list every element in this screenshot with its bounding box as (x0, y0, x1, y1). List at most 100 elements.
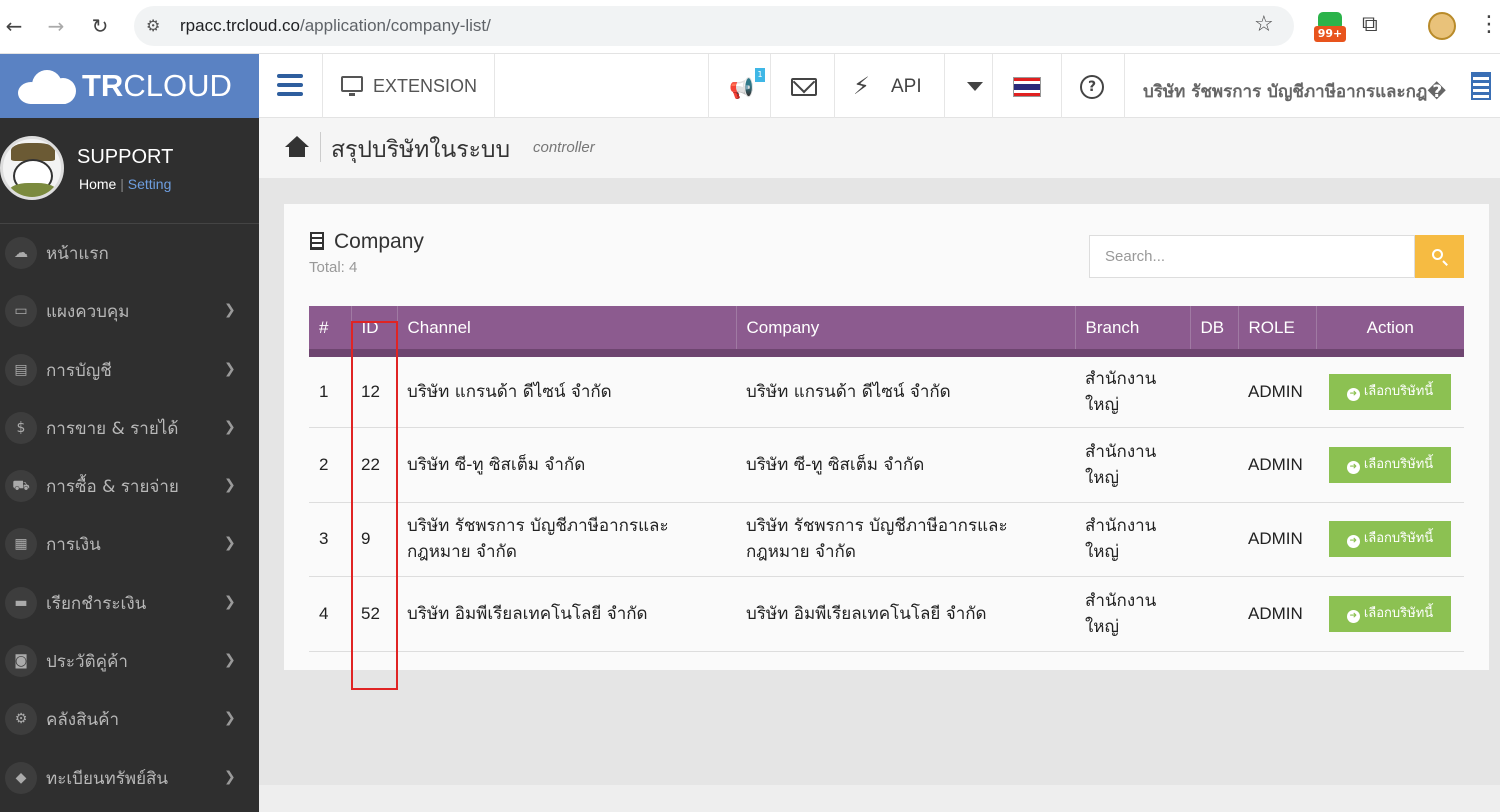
chevron-right-icon: ❯ (224, 535, 236, 552)
home-icon[interactable] (285, 136, 309, 158)
avatar[interactable] (0, 136, 64, 200)
select-company-button[interactable]: ➜ เลือกบริษัทนี้ (1329, 446, 1451, 483)
help-icon: ? (1080, 75, 1104, 99)
arrow-circle-icon: ➜ (1346, 535, 1360, 549)
sidebar-item-label: ประวัติคู่ค้า (46, 652, 128, 673)
table-row: 4 52 บริษัท อิมพีเรียลเทคโนโลยี จำกัด บริษั… (309, 576, 1464, 652)
panel-title: Company (334, 230, 424, 253)
address-bar[interactable]: ⚙ rpacc.trcloud.co/application/company-l… (134, 6, 1294, 46)
role-cell: ADMIN (1238, 427, 1316, 503)
menu-icon: ◙ (5, 645, 37, 678)
branch-cell: สำนักงาน ใหญ่ (1075, 502, 1190, 577)
sidebar-item[interactable]: ⛟ การซื้อ & รายจ่าย ❯ (0, 457, 259, 515)
extensions-puzzle-icon[interactable]: ⧉ (1362, 12, 1378, 37)
menu-icon: ▤ (5, 353, 37, 386)
sidebar-item[interactable]: ▭ แผงควบคุม ❯ (0, 282, 259, 340)
sidebar-item[interactable]: ▦ การเงิน ❯ (0, 515, 259, 573)
chevron-right-icon: ❯ (224, 768, 236, 785)
chevron-right-icon: ❯ (224, 593, 236, 610)
thai-flag-icon (1013, 77, 1041, 97)
sidebar-item-label: ทะเบียนทรัพย์สิน (46, 768, 169, 789)
chevron-right-icon: ❯ (224, 360, 236, 377)
company-table: # ID Channel Company Branch DB ROLE Action 1 12 บ… (309, 306, 1464, 652)
home-link[interactable]: Home (79, 176, 116, 192)
menu-icon: ⚙ (5, 703, 37, 736)
branch-cell: สำนักงาน ใหญ่ (1075, 576, 1190, 652)
language-button[interactable] (993, 54, 1062, 118)
help-button[interactable]: ? (1062, 54, 1125, 118)
dropdown-button[interactable] (945, 54, 993, 118)
menu-icon: ◆ (5, 761, 37, 794)
logo-text: TRCLOUD (82, 68, 232, 103)
user-profile: SUPPORT Home | Setting (0, 118, 259, 224)
current-company-name[interactable]: บริษัท รัชพรการ บัญชีภาษีอากรและกฎ� (1143, 78, 1446, 105)
menu-icon: ☁ (5, 237, 37, 269)
building-icon[interactable] (1471, 72, 1491, 100)
browser-menu-icon[interactable]: ⋮ (1478, 12, 1500, 37)
sidebar-item[interactable]: $ การขาย & รายได้ ❯ (0, 399, 259, 457)
profile-avatar-icon[interactable] (1428, 12, 1456, 40)
company-panel: Company Total: 4 #IDChannelCompanyBranch… (284, 204, 1489, 670)
action-cell: ➜ เลือกบริษัทนี้ (1316, 502, 1464, 577)
menu-toggle-button[interactable] (259, 54, 323, 118)
bookmark-star-icon[interactable]: ☆ (1254, 12, 1274, 37)
sidebar-item[interactable]: ◆ ทะเบียนทรัพย์สิน ❯ (0, 749, 259, 807)
caret-down-icon (967, 82, 983, 91)
chevron-right-icon: ❯ (224, 477, 236, 494)
channel-cell: บริษัท ซี-ทู ซิสเต็ม จำกัด (397, 427, 736, 503)
hamburger-icon (277, 74, 303, 96)
mail-icon (791, 78, 817, 96)
row-number: 2 (309, 427, 351, 503)
sidebar-item[interactable]: ⚙ คลังสินค้า ❯ (0, 690, 259, 748)
site-settings-icon[interactable]: ⚙ (146, 16, 160, 35)
sidebar-item-label: การบัญชี (46, 360, 112, 381)
sidebar-item[interactable]: ◙ ประวัติคู่ค้า ❯ (0, 632, 259, 690)
row-number: 4 (309, 576, 351, 652)
reload-icon[interactable]: ↻ (86, 12, 114, 40)
notification-button[interactable]: 📢 1 (708, 54, 771, 118)
extension-button[interactable]: EXTENSION (323, 54, 495, 118)
menu-icon: ⛟ (5, 470, 37, 503)
api-button[interactable]: ⚡ API (835, 54, 945, 118)
company-cell: บริษัท รัชพรการ บัญชีภาษีอากรและกฎหมาย จ… (736, 502, 1075, 577)
back-arrow-icon[interactable]: ← (0, 12, 28, 40)
sidebar-item-label: หน้าแรก (46, 244, 109, 264)
column-header: ID (351, 306, 398, 357)
company-id: 9 (351, 502, 397, 577)
db-cell (1190, 576, 1238, 652)
sidebar-menu: ☁ หน้าแรก ▭ แผงควบคุม ❯ ▤ การบัญชี ❯ $ การขาย & ร… (0, 224, 259, 807)
extension-badge: 99+ (1314, 26, 1346, 42)
company-id: 12 (351, 353, 397, 428)
role-cell: ADMIN (1238, 353, 1316, 428)
page-subtitle: controller (533, 139, 595, 156)
sidebar-item[interactable]: ▤ การบัญชี ❯ (0, 341, 259, 399)
role-cell: ADMIN (1238, 502, 1316, 577)
sidebar: TRCLOUD SUPPORT Home | Setting ☁ หน้าแรก ▭… (0, 54, 259, 812)
db-cell (1190, 353, 1238, 428)
column-header: ROLE (1238, 306, 1317, 357)
browser-toolbar: ← → ↻ ⚙ rpacc.trcloud.co/application/com… (0, 0, 1500, 54)
select-company-button[interactable]: ➜ เลือกบริษัทนี้ (1329, 521, 1451, 558)
select-company-button[interactable]: ➜ เลือกบริษัทนี้ (1329, 595, 1451, 632)
setting-link[interactable]: Setting (128, 176, 172, 192)
role-cell: ADMIN (1238, 576, 1316, 652)
forward-arrow-icon[interactable]: → (42, 12, 70, 40)
column-header: DB (1190, 306, 1239, 357)
logo[interactable]: TRCLOUD (0, 54, 259, 118)
search-input[interactable] (1089, 235, 1415, 278)
table-row: 2 22 บริษัท ซี-ทู ซิสเต็ม จำกัด บริษัท ซี-ท… (309, 427, 1464, 503)
extension-icon[interactable]: 99+ (1314, 12, 1346, 44)
db-cell (1190, 427, 1238, 503)
action-cell: ➜ เลือกบริษัทนี้ (1316, 576, 1464, 652)
sidebar-item[interactable]: ▬ เรียกชำระเงิน ❯ (0, 574, 259, 632)
mail-button[interactable] (771, 54, 835, 118)
sidebar-item-label: เรียกชำระเงิน (46, 593, 147, 614)
select-company-button[interactable]: ➜ เลือกบริษัทนี้ (1329, 374, 1451, 410)
table-header: # ID Channel Company Branch DB ROLE Action (309, 306, 1464, 357)
search-button[interactable] (1415, 235, 1464, 278)
table-body: 1 12 บริษัท แกรนด้า ดีไซน์ จำกัด บริษัท แกร… (309, 353, 1464, 652)
sidebar-item[interactable]: ☁ หน้าแรก (0, 224, 259, 282)
arrow-circle-icon: ➜ (1346, 609, 1360, 623)
top-navbar: EXTENSION 📢 1 ⚡ API ? บริษัท รัชพรการ บั… (259, 54, 1500, 118)
menu-icon: ▭ (5, 295, 37, 328)
